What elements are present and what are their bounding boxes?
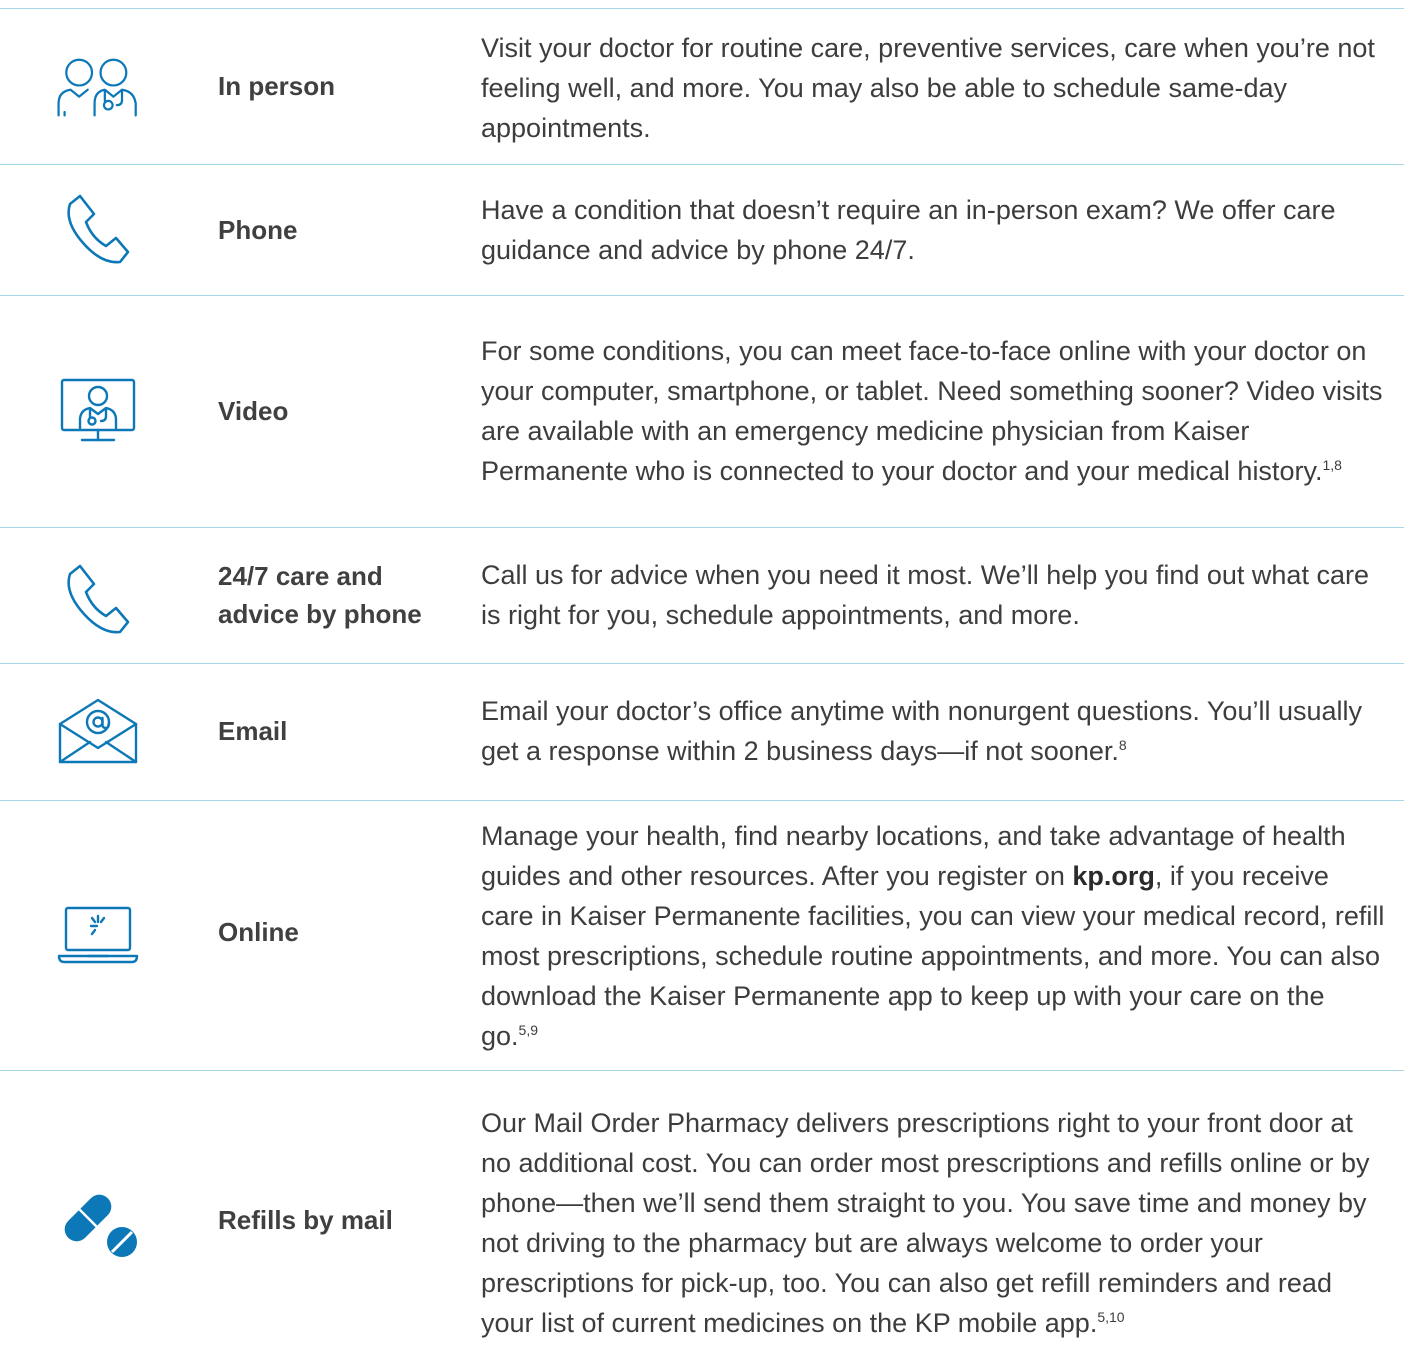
laptop-icon bbox=[50, 894, 146, 974]
care-row-phone: Phone Have a condition that doesn’t requ… bbox=[0, 164, 1404, 295]
video-doctor-monitor-icon bbox=[50, 371, 146, 451]
care-description: Call us for advice when you need it most… bbox=[481, 555, 1386, 635]
care-description-text: For some conditions, you can meet face-t… bbox=[481, 331, 1386, 491]
care-description: Visit your doctor for routine care, prev… bbox=[481, 28, 1386, 148]
care-options-table: In person Visit your doctor for routine … bbox=[0, 0, 1404, 1370]
care-description-body: For some conditions, you can meet face-t… bbox=[481, 336, 1383, 486]
phone-icon bbox=[50, 189, 146, 269]
care-description: Our Mail Order Pharmacy delivers prescri… bbox=[481, 1082, 1386, 1364]
footnote-marker: 5,10 bbox=[1097, 1309, 1125, 1325]
care-row-online: Online Manage your health, find nearby l… bbox=[0, 800, 1404, 1070]
care-row-in-person: In person Visit your doctor for routine … bbox=[0, 8, 1404, 164]
footnote-marker: 1,8 bbox=[1322, 457, 1342, 473]
doctor-and-patient-icon bbox=[50, 48, 146, 128]
care-row-video: Video For some conditions, you can meet … bbox=[0, 295, 1404, 527]
care-label: Phone bbox=[218, 215, 298, 245]
email-envelope-icon bbox=[50, 691, 146, 771]
footnote-marker: 5,9 bbox=[518, 1022, 539, 1038]
care-description: Manage your health, find nearby location… bbox=[481, 814, 1386, 1058]
care-description-text: Visit your doctor for routine care, prev… bbox=[481, 33, 1375, 143]
care-description-body: Our Mail Order Pharmacy delivers prescri… bbox=[481, 1108, 1370, 1338]
care-row-email: Email Email your doctor’s office anytime… bbox=[0, 663, 1404, 800]
care-description-text: Email your doctor’s office anytime with … bbox=[481, 691, 1386, 771]
pills-icon bbox=[50, 1182, 146, 1262]
care-label: In person bbox=[218, 71, 336, 101]
care-description: Have a condition that doesn’t require an… bbox=[481, 190, 1386, 270]
phone-icon bbox=[50, 559, 146, 639]
care-label: Refills by mail bbox=[218, 1205, 393, 1235]
care-label: 24/7 care and advice by phone bbox=[218, 561, 422, 629]
care-label: Email bbox=[218, 716, 288, 746]
care-description-text: Call us for advice when you need it most… bbox=[481, 560, 1369, 630]
care-row-24-7-advice: 24/7 care and advice by phone Call us fo… bbox=[0, 527, 1404, 663]
care-description: For some conditions, you can meet face-t… bbox=[481, 309, 1386, 513]
care-description-body: Email your doctor’s office anytime with … bbox=[481, 696, 1363, 766]
care-label: Online bbox=[218, 917, 299, 947]
footnote-marker: 8 bbox=[1118, 737, 1127, 753]
care-description-text: Have a condition that doesn’t require an… bbox=[481, 195, 1336, 265]
care-description-text: Manage your health, find nearby location… bbox=[481, 816, 1386, 1056]
care-label: Video bbox=[218, 396, 289, 426]
care-row-refills-by-mail: Refills by mail Our Mail Order Pharmacy … bbox=[0, 1070, 1404, 1370]
kp-org-link[interactable]: kp.org bbox=[1072, 861, 1155, 891]
care-description-text: Our Mail Order Pharmacy delivers prescri… bbox=[481, 1103, 1386, 1343]
care-description: Email your doctor’s office anytime with … bbox=[481, 691, 1386, 771]
